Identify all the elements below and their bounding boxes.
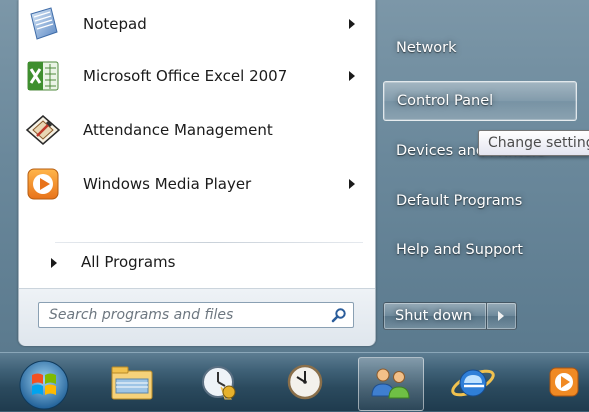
internet-explorer-icon <box>451 369 495 397</box>
right-item-label: Default Programs <box>396 193 523 209</box>
right-item-label: Control Panel <box>397 93 494 109</box>
excel-icon <box>27 61 59 91</box>
search-input[interactable] <box>39 303 319 327</box>
submenu-arrow-icon[interactable] <box>349 179 355 189</box>
all-programs-button[interactable]: All Programs <box>23 250 371 276</box>
search-box[interactable] <box>38 302 354 328</box>
clock-icon <box>287 364 323 400</box>
users-icon <box>371 368 410 399</box>
search-icon[interactable] <box>331 307 347 323</box>
program-label: Microsoft Office Excel 2007 <box>83 67 288 85</box>
taskbar-button-explorer[interactable] <box>100 357 166 411</box>
taskbar-button-windows-media-player[interactable] <box>530 357 589 411</box>
right-item-control-panel[interactable]: Control Panel <box>383 81 577 121</box>
program-label: Attendance Management <box>83 121 273 139</box>
start-menu: Notepad Microsoft Office Excel 2007 Atte… <box>0 0 589 352</box>
shutdown-button[interactable]: Shut down <box>383 302 487 330</box>
program-item-windows-media-player[interactable]: Windows Media Player <box>23 160 371 208</box>
attendance-management-icon <box>25 115 61 145</box>
tooltip: Change settings <box>478 130 589 156</box>
submenu-arrow-icon[interactable] <box>349 71 355 81</box>
network-time-icon <box>202 366 236 400</box>
program-item-excel[interactable]: Microsoft Office Excel 2007 <box>23 52 371 100</box>
program-label: Notepad <box>83 15 147 33</box>
shutdown-label: Shut down <box>395 308 473 324</box>
program-item-attendance-management[interactable]: Attendance Management <box>23 106 371 154</box>
taskbar-button-users[interactable] <box>358 357 424 411</box>
windows-media-player-icon <box>549 367 579 397</box>
taskbar-button-internet-explorer[interactable] <box>440 357 506 411</box>
taskbar-button-clock[interactable] <box>272 357 338 411</box>
chevron-right-icon <box>498 311 504 321</box>
tooltip-text: Change settings <box>488 135 589 151</box>
start-menu-programs-pane: Notepad Microsoft Office Excel 2007 Atte… <box>18 0 376 346</box>
search-area <box>19 288 375 346</box>
right-item-partial <box>383 0 577 10</box>
windows-explorer-icon <box>111 366 153 400</box>
program-item-notepad[interactable]: Notepad <box>23 0 371 48</box>
right-item-network[interactable]: Network <box>383 28 577 68</box>
right-item-label: Help and Support <box>396 242 523 258</box>
shutdown-options-button[interactable] <box>487 302 517 330</box>
windows-media-player-icon <box>27 168 59 200</box>
taskbar <box>0 352 589 411</box>
start-orb-icon[interactable] <box>14 357 74 411</box>
all-programs-label: All Programs <box>81 253 176 271</box>
menu-divider <box>55 242 363 243</box>
right-item-default-programs[interactable]: Default Programs <box>383 181 577 221</box>
notepad-icon <box>30 7 58 40</box>
taskbar-button-network-time[interactable] <box>185 357 251 411</box>
program-label: Windows Media Player <box>83 175 252 193</box>
submenu-arrow-icon[interactable] <box>349 19 355 29</box>
right-item-help-and-support[interactable]: Help and Support <box>383 230 577 270</box>
all-programs-arrow-icon <box>51 258 57 268</box>
right-item-label: Network <box>396 40 457 56</box>
